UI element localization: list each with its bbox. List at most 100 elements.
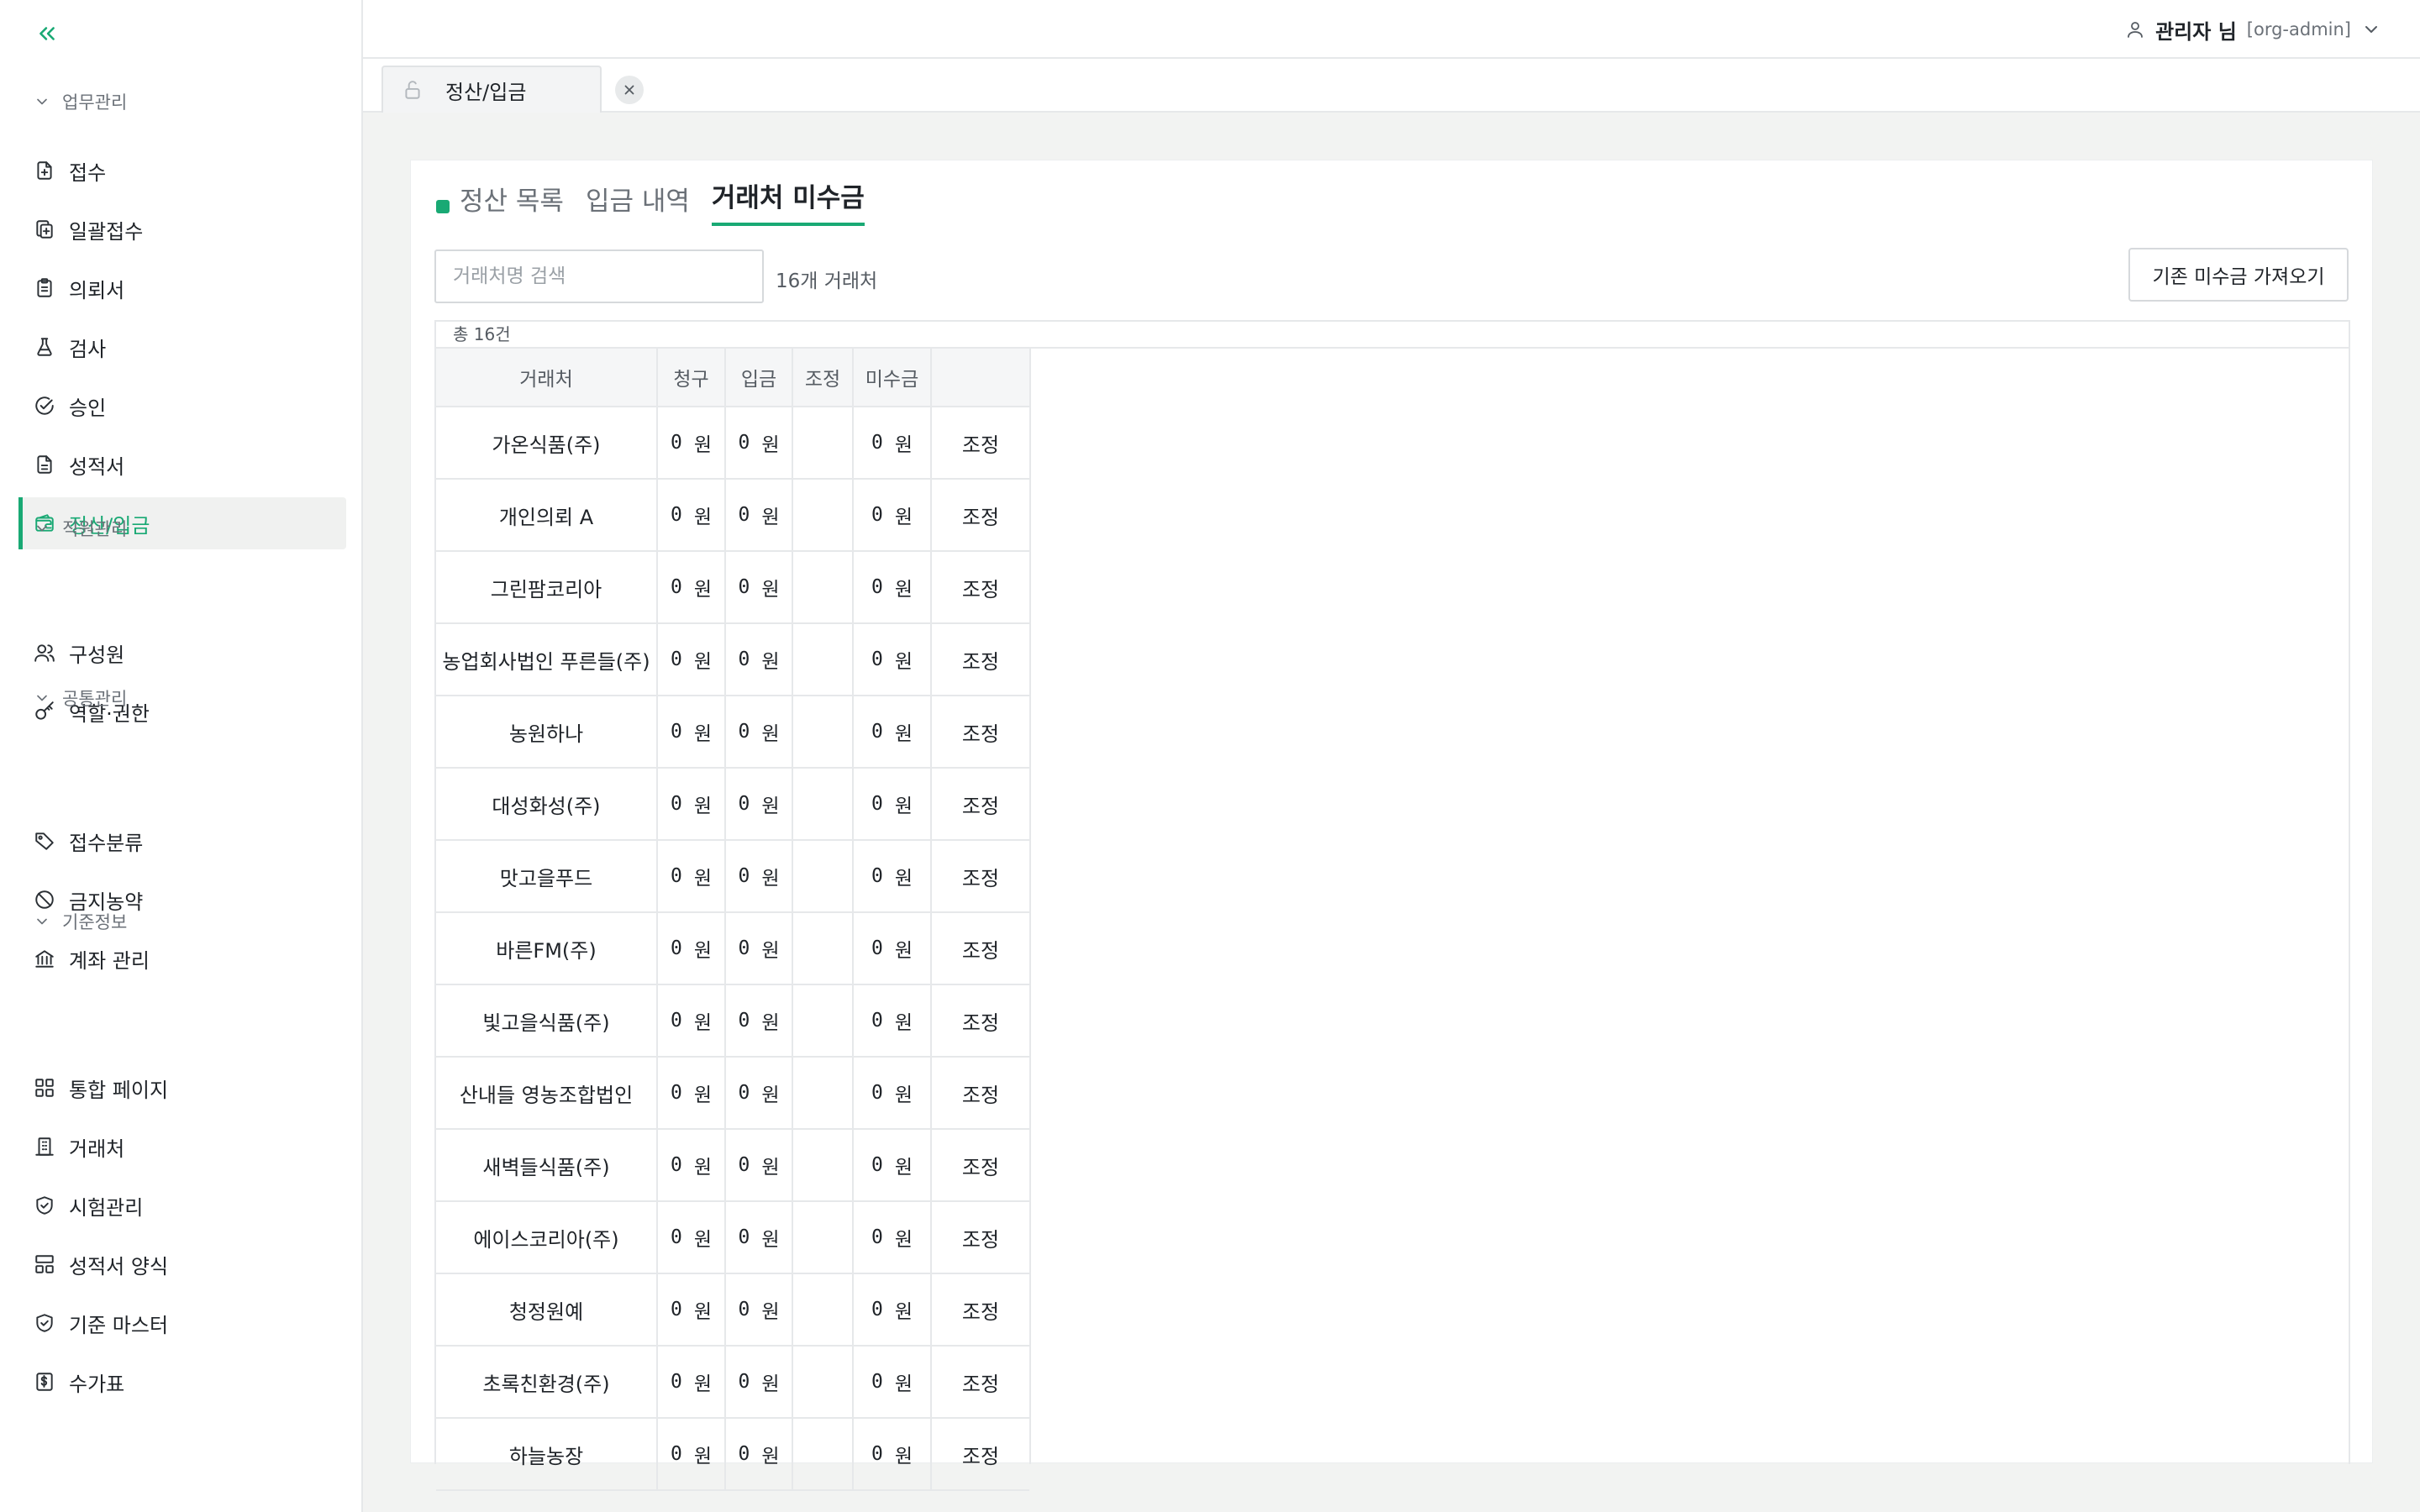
deposit-cell: 0원 [726,1274,793,1345]
client-search-input[interactable] [434,249,764,303]
subtab-client-receivables[interactable]: 거래처 미수금 [711,176,865,226]
sidebar-item[interactable]: 의뢰서 [20,262,346,314]
adjust-button[interactable]: 조정 [962,501,999,530]
sidebar-item-label: 기준 마스터 [69,1313,169,1337]
billed-value: 0 [670,648,682,670]
deposit-cell: 0원 [726,913,793,984]
adjust-button[interactable]: 조정 [962,934,999,963]
currency-unit: 원 [761,1084,780,1106]
check-circle-icon [35,396,54,415]
sidebar-item[interactable]: 검사 [20,321,346,373]
deposit-value: 0 [738,865,750,887]
subtab-deposit-history[interactable]: 입금 내역 [586,180,690,226]
outstanding-value: 0 [871,504,883,526]
currency-unit: 원 [693,434,713,456]
client-name-cell: 대성화성(주) [436,769,658,839]
adjust-cell [793,624,854,695]
adjust-button[interactable]: 조정 [962,1223,999,1252]
currency-unit: 원 [693,1446,713,1467]
sidebar-section-title[interactable]: 공통관리 [34,685,127,711]
page-tab-strip: 정산/입금 [363,59,2420,113]
adjust-button[interactable]: 조정 [962,717,999,747]
adjust-button[interactable]: 조정 [962,1295,999,1325]
deposit-value: 0 [738,793,750,815]
currency-unit: 원 [761,723,780,745]
action-cell: 조정 [932,407,1029,478]
adjust-button[interactable]: 조정 [962,645,999,675]
client-name-cell: 산내들 영농조합법인 [436,1058,658,1128]
outstanding-cell: 0원 [854,1274,932,1345]
shield-check-icon [36,1314,53,1332]
sidebar-item[interactable]: 기준 마스터 [20,1297,346,1349]
adjust-button[interactable]: 조정 [962,1368,999,1397]
sidebar-item[interactable]: 승인 [20,380,346,432]
sidebar-item[interactable]: 수가표 [20,1356,346,1408]
deposit-cell: 0원 [726,769,793,839]
table-row: 산내들 영농조합법인 0 원 0 원 0 원 조정 [436,1058,1029,1130]
deposit-cell: 0원 [726,552,793,622]
client-name-cell: 초록친환경(주) [436,1347,658,1417]
currency-unit: 원 [693,940,713,962]
billed-cell: 0원 [658,696,726,767]
client-name-cell: 가온식품(주) [436,407,658,478]
deposit-value: 0 [738,1299,750,1320]
sidebar-item[interactable]: 거래처 [20,1121,346,1173]
column-header-billed[interactable]: 청구 [658,349,726,406]
action-cell: 조정 [932,1058,1029,1128]
adjust-button[interactable]: 조정 [962,1079,999,1108]
adjust-button[interactable]: 조정 [962,428,999,458]
adjust-button[interactable]: 조정 [962,1006,999,1036]
deposit-cell: 0원 [726,1058,793,1128]
sidebar-item[interactable]: 구성원 [20,627,346,679]
sidebar-item[interactable]: 접수분류 [20,815,346,867]
adjust-cell [793,985,854,1056]
sidebar-item[interactable]: 일괄접수 [20,203,346,255]
sidebar-collapse-button[interactable] [30,17,64,50]
billed-value: 0 [670,865,682,887]
sidebar-item[interactable]: 시험관리 [20,1179,346,1231]
action-cell: 조정 [932,1419,1029,1489]
sidebar-item-label: 시험관리 [69,1195,144,1220]
sidebar-section-title[interactable]: 기준정보 [34,909,127,934]
sidebar-item[interactable]: 통합 페이지 [20,1062,346,1114]
chevron-down-icon [2365,26,2377,33]
adjust-button[interactable]: 조정 [962,790,999,819]
user-menu[interactable]: 관리자 님 [org-admin] [2125,12,2381,47]
billed-cell: 0원 [658,769,726,839]
page-tab-settlement[interactable]: 정산/입금 [381,66,602,113]
deposit-value: 0 [738,648,750,670]
billed-value: 0 [670,432,682,454]
sidebar-section-title[interactable]: 업무관리 [34,89,127,114]
column-header-adjust[interactable]: 조정 [793,349,854,406]
currency-unit: 원 [761,1373,780,1395]
deposit-value: 0 [738,504,750,526]
subtab-settlement-list[interactable]: 정산 목록 [460,180,564,226]
import-receivables-button[interactable]: 기존 미수금 가져오기 [2128,248,2349,302]
deposit-value: 0 [738,937,750,959]
top-bar: 관리자 님 [org-admin] [363,0,2420,59]
sidebar-item[interactable]: 접수 [20,144,346,197]
sidebar-item[interactable]: 성적서 양식 [20,1238,346,1290]
adjust-cell [793,552,854,622]
adjust-button[interactable]: 조정 [962,1440,999,1469]
adjust-cell [793,480,854,550]
table-row: 맛고을푸드 0 원 0 원 0 원 조정 [436,841,1029,913]
billed-value: 0 [670,1226,682,1248]
shield-check-icon [36,1196,53,1215]
billed-cell: 0원 [658,841,726,911]
sidebar-item[interactable]: 성적서 [20,438,346,491]
adjust-button[interactable]: 조정 [962,573,999,602]
sidebar-section-title[interactable]: 직원관리 [34,516,127,541]
tab-close-button[interactable] [615,76,644,104]
column-header-deposit[interactable]: 입금 [726,349,793,406]
adjust-button[interactable]: 조정 [962,1151,999,1180]
billed-cell: 0원 [658,407,726,478]
column-header-outstanding[interactable]: 미수금 [854,349,932,406]
adjust-button[interactable]: 조정 [962,862,999,891]
action-cell: 조정 [932,480,1029,550]
column-header-client[interactable]: 거래처 [436,349,658,406]
outstanding-cell: 0원 [854,1130,932,1200]
sidebar-item[interactable]: 계좌 관리 [20,932,346,984]
currency-unit: 원 [894,1301,913,1323]
sidebar-section-label: 기준정보 [62,912,128,932]
